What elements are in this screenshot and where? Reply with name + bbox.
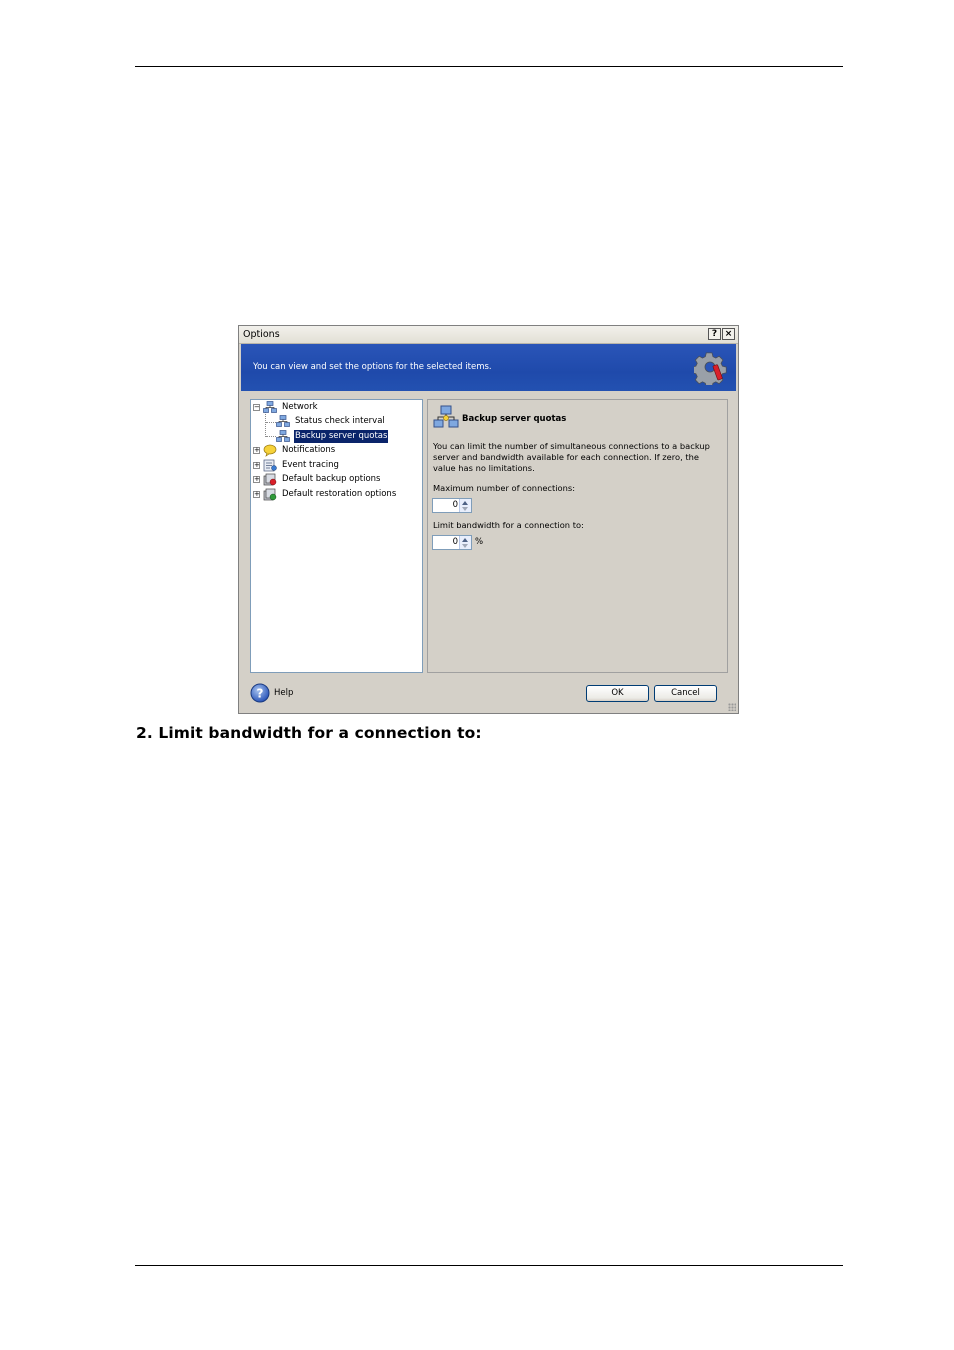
- network-icon: [433, 405, 459, 428]
- header-rule: [135, 66, 843, 67]
- speech-bubble-icon: [263, 444, 277, 457]
- max-connections-value: 0: [452, 500, 458, 510]
- dialog-title: Options: [243, 329, 280, 340]
- panel-description: You can limit the number of simultaneous…: [433, 441, 710, 473]
- panel-title: Backup server quotas: [462, 414, 567, 424]
- tree-connector: [266, 436, 276, 437]
- tree-item-label: Default backup options: [282, 474, 381, 484]
- bandwidth-unit: %: [475, 537, 484, 547]
- title-close-button[interactable]: ×: [722, 328, 735, 340]
- network-icon: [263, 401, 277, 413]
- network-icon: [276, 415, 290, 427]
- section-heading: 2. Limit bandwidth for a connection to:: [136, 724, 482, 742]
- tree-connector: [265, 411, 266, 437]
- max-connections-label: Maximum number of connections:: [433, 483, 576, 493]
- spin-up-icon[interactable]: [462, 538, 468, 542]
- collapse-toggle[interactable]: −: [253, 404, 260, 411]
- help-icon[interactable]: ?: [250, 683, 270, 703]
- expand-toggle[interactable]: +: [253, 491, 260, 498]
- spinner-arrows[interactable]: [459, 499, 471, 512]
- gear-icon: [694, 352, 727, 385]
- svg-text:?: ?: [257, 687, 264, 701]
- max-connections-spinner[interactable]: 0: [432, 498, 472, 513]
- expand-toggle[interactable]: +: [253, 447, 260, 454]
- expand-toggle[interactable]: +: [253, 462, 260, 469]
- backup-icon: [263, 473, 277, 486]
- spin-down-icon[interactable]: [462, 544, 468, 548]
- title-bar[interactable]: Options ? ×: [239, 326, 738, 344]
- expand-toggle[interactable]: +: [253, 476, 260, 483]
- spinner-arrows[interactable]: [459, 536, 471, 549]
- network-icon: [276, 430, 290, 442]
- spin-down-icon[interactable]: [462, 507, 468, 511]
- tree-item-label: Network: [282, 402, 318, 412]
- spin-up-icon[interactable]: [462, 501, 468, 505]
- options-tree[interactable]: − Network Status check interval Backup s…: [250, 399, 423, 673]
- tree-item-label: Notifications: [282, 445, 336, 455]
- tree-item-label: Status check interval: [295, 416, 385, 426]
- bandwidth-value: 0: [452, 537, 458, 547]
- event-log-icon: [263, 459, 277, 472]
- options-panel: Backup server quotas You can limit the n…: [427, 399, 728, 673]
- bandwidth-spinner[interactable]: 0: [432, 535, 472, 550]
- tree-item-label: Backup server quotas: [292, 429, 390, 444]
- help-link[interactable]: Help: [274, 688, 293, 698]
- dialog-banner: You can view and set the options for the…: [241, 344, 736, 391]
- cancel-button[interactable]: Cancel: [654, 685, 717, 702]
- options-dialog: Options ? × You can view and set the opt…: [238, 325, 739, 714]
- tree-item-label: Default restoration options: [282, 489, 397, 499]
- bandwidth-label: Limit bandwidth for a connection to:: [433, 520, 584, 530]
- restore-icon: [263, 488, 277, 501]
- tree-connector: [266, 422, 276, 423]
- footer-rule: [135, 1265, 843, 1266]
- resize-grip[interactable]: [728, 703, 736, 711]
- ok-button[interactable]: OK: [586, 685, 649, 702]
- tree-item-label: Event tracing: [282, 460, 339, 470]
- title-help-button[interactable]: ?: [708, 328, 721, 340]
- banner-message: You can view and set the options for the…: [253, 362, 492, 372]
